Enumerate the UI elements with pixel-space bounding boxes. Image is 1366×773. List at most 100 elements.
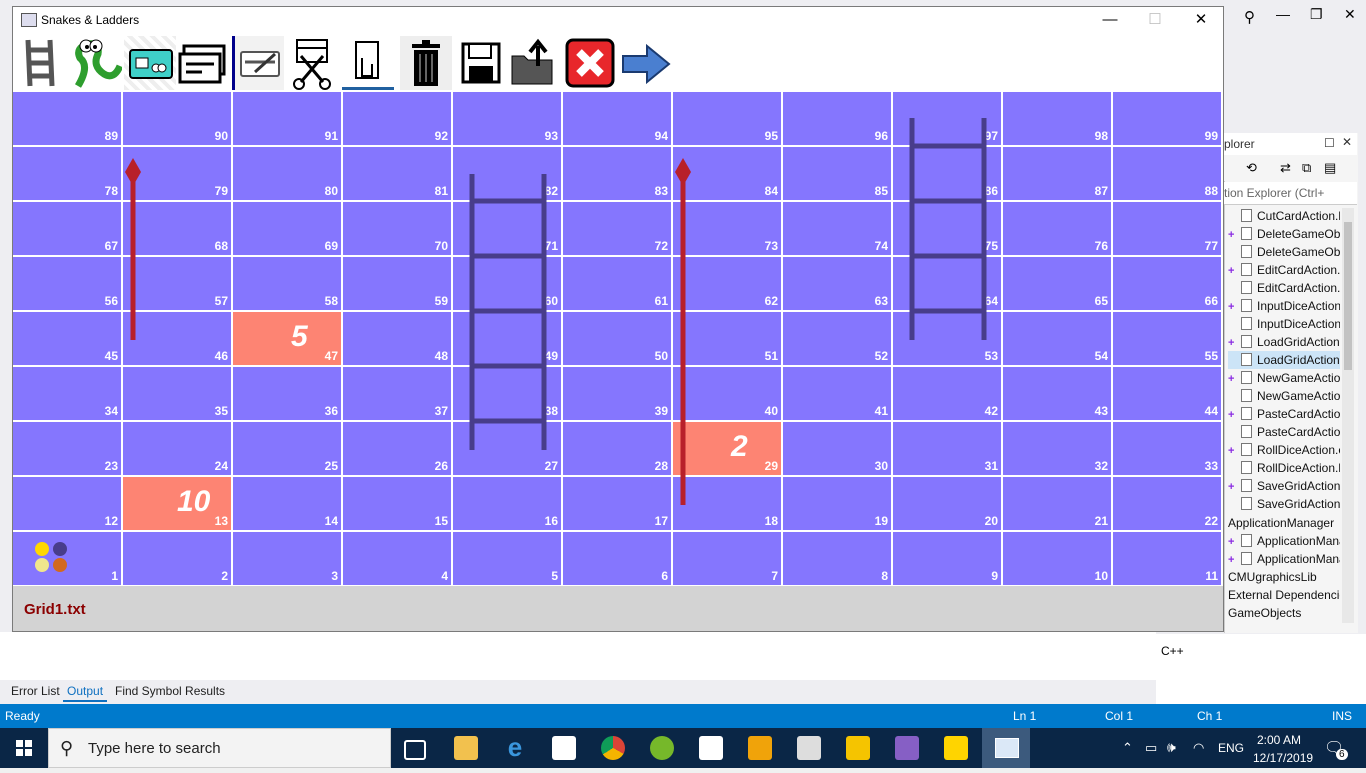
board-cell[interactable]: 14	[233, 477, 343, 532]
board-cell[interactable]: 89	[13, 92, 123, 147]
board-cell[interactable]: 62	[673, 257, 783, 312]
list-item[interactable]: LoadGridAction.h	[1228, 351, 1340, 369]
board-cell[interactable]: 39	[563, 367, 673, 422]
clock-time[interactable]: 2:00 AM	[1257, 733, 1301, 747]
chrome-icon[interactable]	[601, 736, 625, 760]
list-item[interactable]: + NewGameAction.	[1228, 369, 1340, 387]
properties-icon[interactable]: ▤	[1324, 160, 1336, 176]
solution-explorer-search[interactable]: tion Explorer (Ctrl+	[1224, 182, 1357, 205]
list-item[interactable]: SaveGridAction.h	[1228, 495, 1340, 513]
tree-group[interactable]: CMUgraphicsLib	[1228, 568, 1340, 586]
maximize-button[interactable]: ☐	[1145, 10, 1165, 30]
board-cell[interactable]: 80	[233, 147, 343, 202]
restore-icon[interactable]: ❐	[1310, 6, 1323, 23]
board-cell[interactable]: 85	[783, 147, 893, 202]
board-cell[interactable]: 4	[343, 532, 453, 587]
board-cell[interactable]: 19	[783, 477, 893, 532]
board-cell[interactable]: 64	[893, 257, 1003, 312]
calculator-icon[interactable]	[797, 736, 821, 760]
board-cell[interactable]: 59	[343, 257, 453, 312]
list-item[interactable]: + EditCardAction.cp	[1228, 261, 1340, 279]
board-cell[interactable]: 54	[1003, 312, 1113, 367]
board-cell[interactable]: 49	[453, 312, 563, 367]
collapse-icon[interactable]: ⧉	[1302, 160, 1311, 176]
board-cell[interactable]: 2	[123, 532, 233, 587]
board-cell[interactable]: 56	[13, 257, 123, 312]
board-cell[interactable]: 66	[1113, 257, 1223, 312]
board-cell[interactable]: 27	[453, 422, 563, 477]
mail-icon[interactable]	[699, 736, 723, 760]
board-cell[interactable]: 77	[1113, 202, 1223, 257]
list-item[interactable]: + DeleteGameObjec	[1228, 225, 1340, 243]
add-snake-icon[interactable]	[70, 36, 124, 90]
switch-to-play-mode-icon[interactable]	[619, 36, 671, 90]
board-cell[interactable]: 31	[893, 422, 1003, 477]
list-item[interactable]: CutCardAction.h	[1228, 207, 1340, 225]
minimize-icon[interactable]: —	[1276, 6, 1290, 22]
board-cell[interactable]: 10	[1003, 532, 1113, 587]
list-item[interactable]: + InputDiceAction.c	[1228, 297, 1340, 315]
board-cell[interactable]: 7	[673, 532, 783, 587]
board-cell[interactable]: 43	[1003, 367, 1113, 422]
board-cell[interactable]: 84	[673, 147, 783, 202]
close-icon[interactable]: ✕	[1344, 6, 1356, 23]
board-cell[interactable]: 88	[1113, 147, 1223, 202]
chevron-up-icon[interactable]: ⌃	[1122, 740, 1133, 756]
board-cell[interactable]: 46	[123, 312, 233, 367]
volume-icon[interactable]: 🕪	[1167, 739, 1176, 756]
board-cell[interactable]: 8	[783, 532, 893, 587]
board-cell[interactable]: 52	[783, 312, 893, 367]
board-cell[interactable]: 6	[563, 532, 673, 587]
board-cell[interactable]: 12	[13, 477, 123, 532]
board-cell[interactable]: 15	[343, 477, 453, 532]
board-cell[interactable]: 97	[893, 92, 1003, 147]
list-item[interactable]: PasteCardAction.h	[1228, 423, 1340, 441]
cut-card-icon[interactable]	[287, 36, 339, 90]
board-cell[interactable]: 18	[673, 477, 783, 532]
board-cell[interactable]: 73	[673, 202, 783, 257]
tree-group[interactable]: ApplicationManager	[1228, 514, 1340, 532]
tree-group[interactable]: + ApplicationManag	[1228, 550, 1340, 568]
copy-card-icon[interactable]	[178, 36, 230, 90]
open-grid-icon[interactable]	[508, 36, 560, 90]
list-item[interactable]: + LoadGridAction.cp	[1228, 333, 1340, 351]
board-cell[interactable]: 22	[1113, 477, 1223, 532]
board-cell[interactable]: 41	[783, 367, 893, 422]
board-cell[interactable]: 98	[1003, 92, 1113, 147]
board-cell[interactable]: 82	[453, 147, 563, 202]
list-item[interactable]: InputDiceAction.h	[1228, 315, 1340, 333]
active-app-tab[interactable]	[982, 728, 1030, 768]
board-cell[interactable]: 92	[343, 92, 453, 147]
board-cell[interactable]: 23	[13, 422, 123, 477]
list-item[interactable]: NewGameAction.	[1228, 387, 1340, 405]
board-cell[interactable]: 11	[1113, 532, 1223, 587]
board-cell[interactable]: 13 10	[123, 477, 233, 532]
board-cell[interactable]: 42	[893, 367, 1003, 422]
board-cell[interactable]: 71	[453, 202, 563, 257]
board-cell[interactable]: 35	[123, 367, 233, 422]
visual-studio-icon[interactable]	[895, 736, 919, 760]
utorrent-icon[interactable]	[650, 736, 674, 760]
board-cell[interactable]: 30	[783, 422, 893, 477]
board-cell[interactable]: 47 5	[233, 312, 343, 367]
board-cell[interactable]: 5	[453, 532, 563, 587]
task-view-icon[interactable]	[404, 740, 426, 760]
board-cell[interactable]: 16	[453, 477, 563, 532]
board-cell[interactable]: 45	[13, 312, 123, 367]
board-cell[interactable]: 26	[343, 422, 453, 477]
board-cell[interactable]: 75	[893, 202, 1003, 257]
board-cell[interactable]: 20	[893, 477, 1003, 532]
tab-error-list[interactable]: Error List	[11, 682, 60, 700]
board-cell[interactable]: 58	[233, 257, 343, 312]
file-explorer-icon[interactable]	[454, 736, 478, 760]
board-cell[interactable]: 99	[1113, 92, 1223, 147]
board-cell[interactable]: 40	[673, 367, 783, 422]
save-grid-icon[interactable]	[455, 36, 507, 90]
board-cell[interactable]: 96	[783, 92, 893, 147]
clock-date[interactable]: 12/17/2019	[1253, 751, 1313, 765]
board-cell[interactable]: 87	[1003, 147, 1113, 202]
board-cell[interactable]: 69	[233, 202, 343, 257]
board-cell[interactable]: 24	[123, 422, 233, 477]
list-item[interactable]: DeleteGameObjec	[1228, 243, 1340, 261]
tab-output[interactable]: Output	[63, 682, 108, 702]
